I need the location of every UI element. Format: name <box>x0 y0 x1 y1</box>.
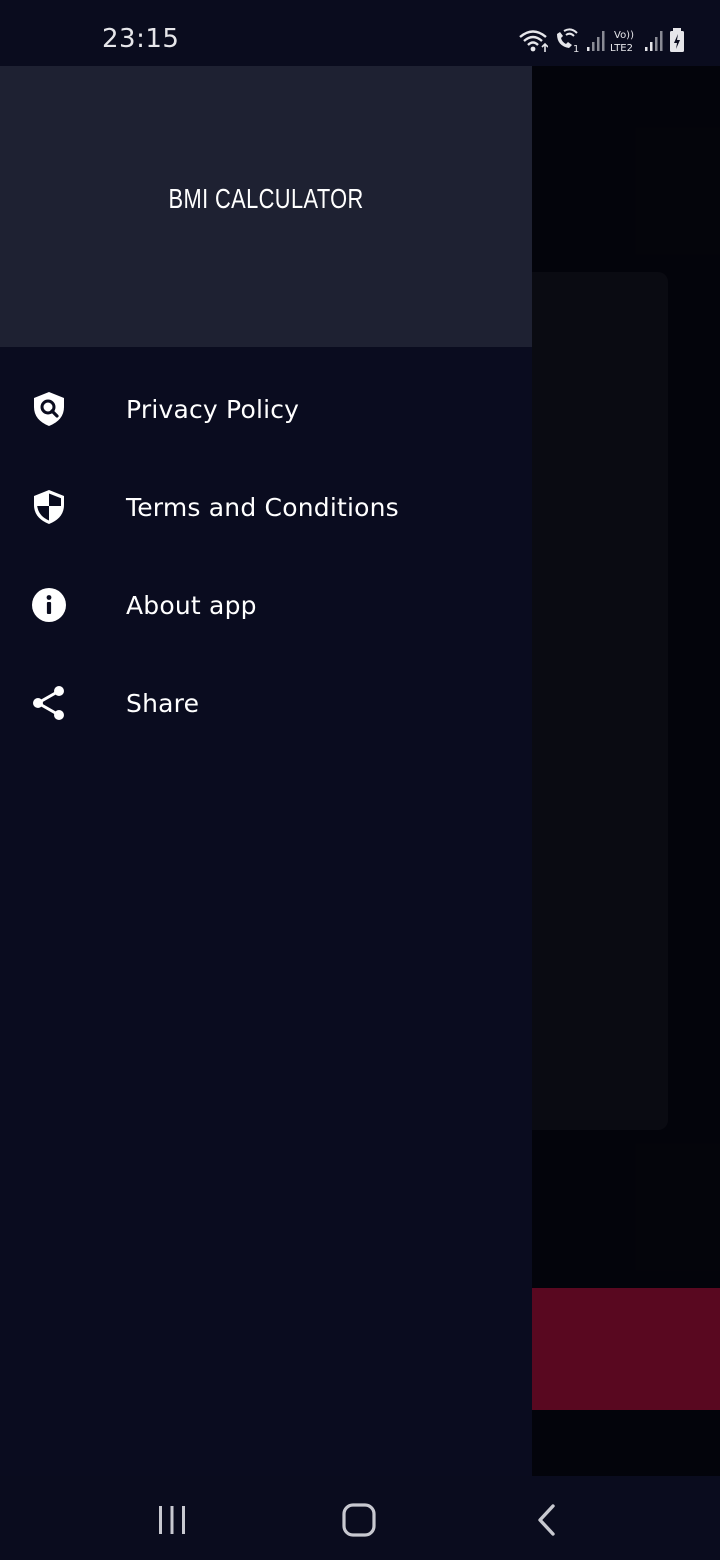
signal-sim2-icon <box>644 29 664 53</box>
navigation-drawer: BMI CALCULATOR Privacy Policy Terms and … <box>0 66 532 1476</box>
wifi-calling-icon: 1 <box>552 28 582 54</box>
svg-text:Vo)): Vo)) <box>614 30 634 41</box>
shield-search-icon <box>30 390 68 428</box>
battery-charging-icon <box>668 28 688 54</box>
svg-text:LTE2: LTE2 <box>610 43 633 54</box>
screen: y 23:15 1 <box>0 0 720 1560</box>
menu-item-label: Privacy Policy <box>126 394 300 424</box>
menu-item-about-app[interactable]: About app <box>0 556 532 654</box>
shield-icon <box>30 488 68 526</box>
home-icon[interactable] <box>339 1500 379 1540</box>
volte-lte2-icon: Vo)) LTE2 <box>610 28 640 54</box>
status-bar: 23:15 1 Vo)) LTE2 <box>0 0 720 66</box>
menu-item-label: About app <box>126 590 257 620</box>
back-icon[interactable] <box>527 1500 567 1540</box>
recent-apps-icon[interactable] <box>152 1500 192 1540</box>
status-icons: 1 Vo)) LTE2 <box>518 26 688 56</box>
menu-item-privacy-policy[interactable]: Privacy Policy <box>0 360 532 458</box>
status-time: 23:15 <box>102 24 180 54</box>
menu-item-label: Share <box>126 688 200 718</box>
system-nav-bar <box>0 1476 720 1560</box>
drawer-title: BMI CALCULATOR <box>168 182 364 214</box>
sim-slot-label: 1 <box>573 44 579 54</box>
menu-item-label: Terms and Conditions <box>126 492 399 522</box>
drawer-menu: Privacy Policy Terms and Conditions Abou… <box>0 360 532 752</box>
signal-sim1-icon <box>586 29 606 53</box>
drawer-header: BMI CALCULATOR <box>0 66 532 347</box>
wifi-icon <box>518 28 548 54</box>
menu-item-terms-and-conditions[interactable]: Terms and Conditions <box>0 458 532 556</box>
info-icon <box>30 586 68 624</box>
share-icon <box>30 684 68 722</box>
menu-item-share[interactable]: Share <box>0 654 532 752</box>
